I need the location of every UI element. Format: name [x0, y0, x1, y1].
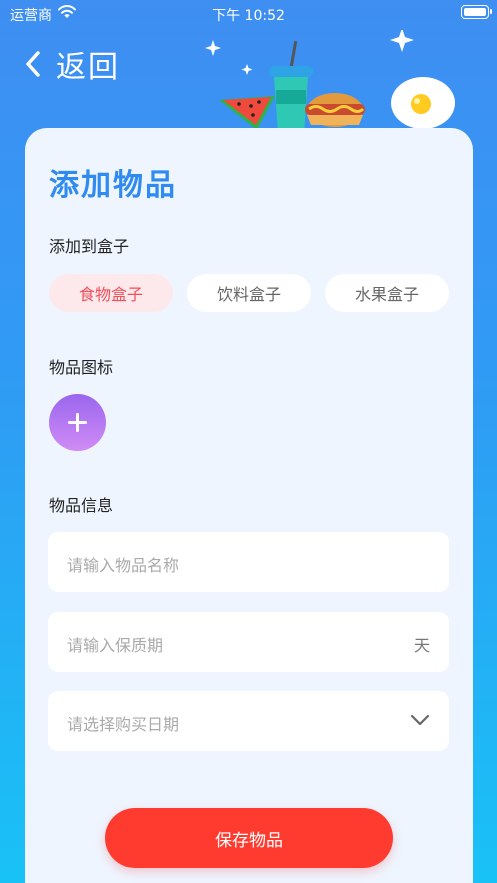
page-title: 添加物品 — [49, 168, 177, 203]
shelf-life-placeholder: 请输入保质期 — [67, 636, 164, 655]
fried-egg-icon — [391, 77, 455, 129]
icon-section-label: 物品图标 — [49, 358, 114, 377]
chevron-left-icon — [26, 51, 40, 77]
add-icon-button[interactable] — [49, 394, 106, 451]
save-item-button[interactable]: 保存物品 — [105, 808, 393, 868]
box-chip-drink[interactable]: 饮料盒子 — [187, 274, 311, 312]
back-button[interactable]: 返回 — [22, 44, 120, 85]
hot-dog-icon — [305, 93, 365, 127]
chevron-down-icon — [410, 714, 430, 726]
drink-cup-icon — [269, 41, 313, 134]
status-bar: 运营商 下午 10:52 — [0, 0, 497, 28]
food-illustration — [205, 30, 455, 134]
item-name-input[interactable]: 请输入物品名称 — [48, 532, 449, 592]
item-name-placeholder: 请输入物品名称 — [67, 556, 180, 575]
box-chip-fruit[interactable]: 水果盒子 — [325, 274, 449, 312]
watermelon-icon — [219, 96, 275, 130]
shelf-life-input[interactable]: 请输入保质期 天 — [48, 612, 449, 672]
shelf-life-unit: 天 — [413, 636, 430, 655]
status-clock: 下午 10:52 — [212, 8, 285, 24]
purchase-date-select[interactable]: 请选择购买日期 — [48, 691, 449, 751]
battery-icon — [461, 5, 492, 19]
purchase-date-placeholder: 请选择购买日期 — [67, 715, 180, 734]
info-section-label: 物品信息 — [49, 496, 114, 515]
back-label: 返回 — [56, 50, 120, 85]
box-chip-food[interactable]: 食物盒子 — [49, 274, 173, 312]
box-section-label: 添加到盒子 — [49, 237, 130, 256]
add-item-card: 添加物品 添加到盒子 食物盒子 饮料盒子 水果盒子 物品图标 物品信息 请输入物… — [25, 128, 473, 883]
